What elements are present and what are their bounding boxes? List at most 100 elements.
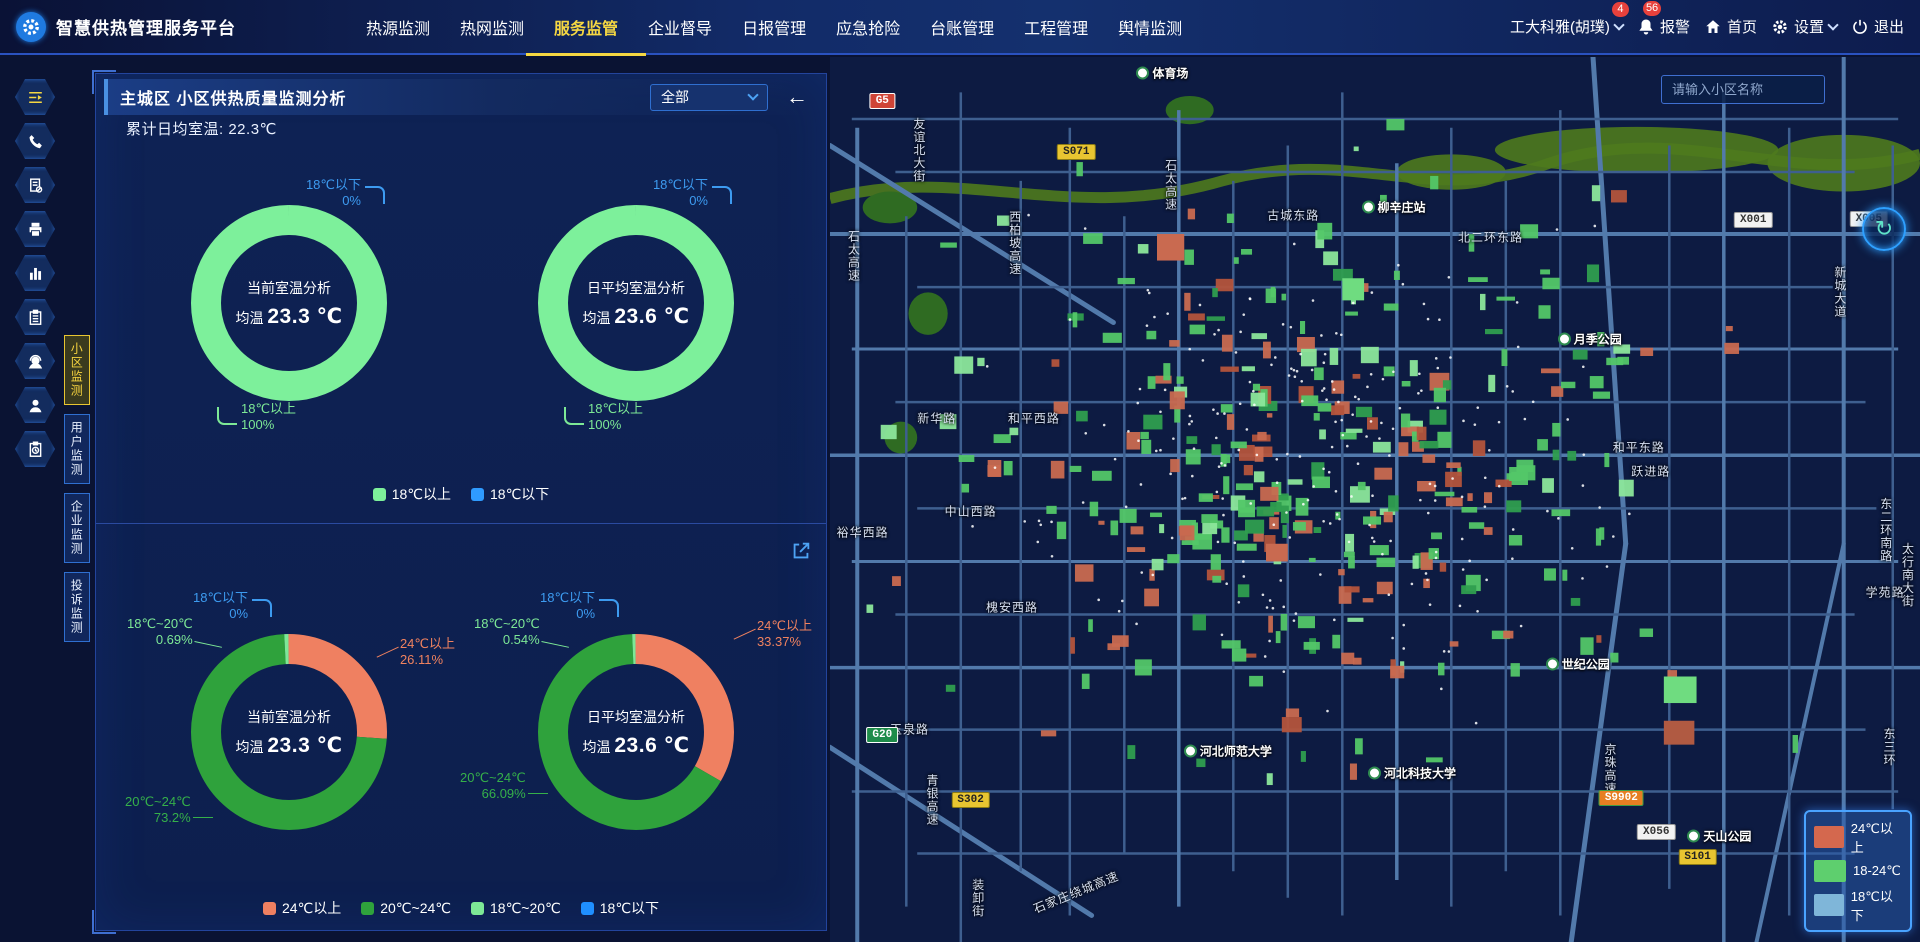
nav-item-3[interactable]: 企业督导: [648, 0, 712, 54]
monitor-tab-0[interactable]: 小区监测: [64, 335, 90, 405]
top-right-cluster: 4 工大科雅(胡璞) 56 报警 首页 设置: [1510, 16, 1920, 37]
monitor-tab-2[interactable]: 企业监测: [64, 493, 90, 563]
sidebar-item-menu[interactable]: [15, 79, 55, 115]
legend-item: 18℃~20℃: [471, 900, 561, 917]
slice-label: 18℃以下0%: [306, 177, 361, 210]
monitor-tab-3[interactable]: 投诉监测: [64, 572, 90, 642]
legend-label: 20℃~24℃: [380, 900, 451, 917]
panel-header: 主城区 小区供热质量监测分析 全部 ←: [104, 79, 818, 115]
legend-swatch: [581, 902, 594, 915]
clipboard-icon: [26, 308, 45, 327]
map-canvas[interactable]: [830, 57, 1920, 942]
panel-title: 主城区 小区供热质量监测分析: [120, 85, 346, 109]
user-menu[interactable]: 4 工大科雅(胡璞): [1510, 16, 1623, 37]
alarm-label: 报警: [1660, 16, 1690, 37]
legend-item: 24℃以上: [263, 898, 341, 918]
legend-label: 18℃以下: [600, 898, 659, 918]
legend-item: 18℃以下: [471, 484, 549, 504]
sidebar: [0, 57, 61, 942]
sidebar-item-user[interactable]: [15, 387, 55, 423]
report-icon: [26, 176, 45, 195]
slice-label: 18℃以下0%: [653, 177, 708, 210]
slice-label: 18℃以上100%: [241, 401, 296, 434]
legend-label: 18℃~20℃: [490, 900, 561, 917]
customer-service-icon: [26, 352, 45, 371]
legend-swatch: [471, 902, 484, 915]
donut-chart-current-temp-detail: 当前室温分析 均温 23.3 ℃ 18℃以下0% 18℃~20℃0.69% 24…: [179, 622, 399, 842]
brand: 智慧供热管理服务平台: [0, 12, 352, 42]
donut-center-text: 当前室温分析 均温 23.3 ℃: [219, 233, 359, 373]
main-nav: 热源监测热网监测服务监管企业督导日报管理应急抢险台账管理工程管理舆情监测: [366, 0, 1182, 54]
nav-item-6[interactable]: 台账管理: [930, 0, 994, 54]
home-label: 首页: [1727, 16, 1757, 37]
city-map[interactable]: G5体育场S071友谊北大街石太高速石太高速西柏坡高速古城东路柳辛庄站北二环东路…: [830, 57, 1920, 942]
map-legend-row: 18-24℃: [1814, 860, 1902, 882]
nav-item-5[interactable]: 应急抢险: [836, 0, 900, 54]
sidebar-item-clipboard[interactable]: [15, 299, 55, 335]
chevron-down-icon: [1827, 19, 1838, 30]
donut-center-text: 当前室温分析 均温 23.3 ℃: [219, 662, 359, 802]
alarm-badge: 56: [1643, 1, 1661, 16]
nav-item-2[interactable]: 服务监管: [554, 0, 618, 54]
map-legend-swatch: [1814, 860, 1846, 882]
area-filter-value: 全部: [661, 87, 689, 107]
power-icon: [1851, 18, 1869, 36]
map-legend-swatch: [1814, 894, 1844, 916]
menu-icon: [26, 88, 45, 107]
user-icon: [26, 396, 45, 415]
legend-swatch: [361, 902, 374, 915]
legend-label: 18℃以上: [392, 484, 451, 504]
settings-button[interactable]: 设置: [1771, 16, 1837, 37]
logout-label: 退出: [1874, 16, 1904, 37]
legend-label: 24℃以上: [282, 898, 341, 918]
map-legend-label: 24℃以上: [1851, 818, 1902, 856]
map-legend-label: 18-24℃: [1853, 863, 1901, 879]
collapse-panel-button[interactable]: ←: [786, 84, 808, 110]
bell-icon: [1637, 18, 1655, 36]
sidebar-item-bar-chart[interactable]: [15, 255, 55, 291]
map-legend-row: 18℃以下: [1814, 886, 1902, 924]
home-icon: [1704, 18, 1722, 36]
legend-bottom: 24℃以上 20℃~24℃ 18℃~20℃ 18℃以下: [96, 898, 826, 918]
nav-item-0[interactable]: 热源监测: [366, 0, 430, 54]
legend-swatch: [471, 488, 484, 501]
monitor-tab-1[interactable]: 用户监测: [64, 414, 90, 484]
slice-label: 18℃以下0%: [193, 590, 248, 623]
chevron-down-icon: [1613, 19, 1624, 30]
home-button[interactable]: 首页: [1704, 16, 1757, 37]
phone-icon: [26, 132, 45, 151]
sidebar-item-customer-service[interactable]: [15, 343, 55, 379]
slice-label: 18℃以上100%: [588, 401, 643, 434]
area-filter-dropdown[interactable]: 全部: [650, 84, 768, 111]
app-title: 智慧供热管理服务平台: [56, 14, 236, 39]
map-legend-label: 18℃以下: [1851, 886, 1902, 924]
legend-item: 20℃~24℃: [361, 900, 451, 917]
nav-item-8[interactable]: 舆情监测: [1118, 0, 1182, 54]
sidebar-item-printer[interactable]: [15, 211, 55, 247]
donut-chart-current-temp: 当前室温分析 均温 23.3 ℃ 18℃以下0% 18℃以上100%: [179, 193, 399, 413]
open-detail-button[interactable]: [790, 540, 812, 562]
settings-label: 设置: [1794, 16, 1824, 37]
nav-item-7[interactable]: 工程管理: [1024, 0, 1088, 54]
community-quality-panel: 主城区 小区供热质量监测分析 全部 ← 累计日均室温: 22.3℃ 当前室温分析…: [95, 73, 827, 931]
alarm-button[interactable]: 56 报警: [1637, 16, 1690, 37]
slice-label: 18℃~20℃0.54%: [474, 616, 540, 649]
sidebar-item-phone[interactable]: [15, 123, 55, 159]
sidebar-item-task-clock[interactable]: [15, 431, 55, 467]
task-clock-icon: [26, 440, 45, 459]
monitor-tabs: 小区监测用户监测企业监测投诉监测: [64, 335, 90, 642]
slice-label: 20℃~24℃66.09%: [460, 770, 526, 803]
sidebar-item-report[interactable]: [15, 167, 55, 203]
legend-label: 18℃以下: [490, 484, 549, 504]
chevron-down-icon: [747, 89, 758, 100]
map-refresh-control[interactable]: ↻: [1862, 207, 1906, 251]
nav-item-1[interactable]: 热网监测: [460, 0, 524, 54]
community-search-input[interactable]: [1661, 75, 1825, 104]
logout-button[interactable]: 退出: [1851, 16, 1904, 37]
gear-icon: [1771, 18, 1789, 36]
printer-icon: [26, 220, 45, 239]
refresh-icon: ↻: [1875, 216, 1893, 242]
donut-center-text: 日平均室温分析 均温 23.6 ℃: [566, 233, 706, 373]
donut-chart-daily-avg-temp: 日平均室温分析 均温 23.6 ℃ 18℃以下0% 18℃以上100%: [526, 193, 746, 413]
nav-item-4[interactable]: 日报管理: [742, 0, 806, 54]
